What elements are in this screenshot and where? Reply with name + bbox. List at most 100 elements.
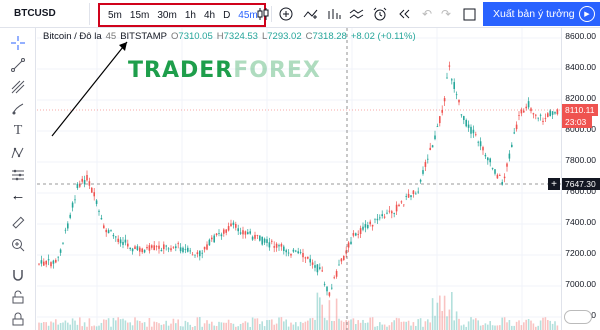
candle-body xyxy=(40,260,43,264)
volume-bar xyxy=(467,321,470,330)
volume-bar xyxy=(175,323,177,330)
text-icon[interactable]: T xyxy=(9,122,27,140)
candle-body xyxy=(530,108,532,112)
candle-body xyxy=(100,218,103,220)
volume-bar xyxy=(220,322,223,330)
trend-line-icon[interactable] xyxy=(9,56,27,74)
volume-bar xyxy=(302,322,304,330)
legend-symbol-name: Bitcoin / Đô la xyxy=(43,31,102,42)
candle-body xyxy=(415,193,417,195)
candle-body xyxy=(47,259,50,261)
indicators-icon[interactable] xyxy=(325,5,343,23)
templates-icon[interactable] xyxy=(348,5,366,23)
volume-bar xyxy=(165,320,167,330)
candle-body xyxy=(515,124,518,130)
candle-body xyxy=(379,217,381,219)
back-arrow-icon[interactable]: ← xyxy=(9,186,27,204)
volume-bar xyxy=(124,320,127,330)
candle-body xyxy=(335,271,338,277)
volume-bar xyxy=(357,320,359,330)
volume-bar xyxy=(446,316,448,330)
volume-bar xyxy=(544,317,547,330)
candle-body xyxy=(297,251,299,254)
volume-bar xyxy=(455,311,458,330)
candle-body xyxy=(539,114,542,116)
volume-bar xyxy=(105,319,107,330)
candle-body xyxy=(127,243,129,247)
timeframe-5m[interactable]: 5m xyxy=(104,10,126,21)
volume-bar xyxy=(131,325,134,330)
volume-bar xyxy=(295,322,297,330)
pattern-icon[interactable] xyxy=(9,144,27,162)
candle-body xyxy=(321,270,323,272)
lock-drawing-icon[interactable] xyxy=(9,288,27,306)
add-indicator-icon[interactable] xyxy=(277,5,295,23)
drawing-toolbar: T ← xyxy=(0,28,36,330)
candle-body xyxy=(482,147,484,151)
candle-body xyxy=(355,233,357,236)
timeframe-1h[interactable]: 1h xyxy=(181,10,200,21)
brush-icon[interactable] xyxy=(9,100,27,118)
price-tick: 7200.00 xyxy=(565,248,596,258)
candle-body xyxy=(422,170,424,174)
candle-body xyxy=(470,126,472,134)
volume-bar xyxy=(107,318,110,330)
scroll-to-realtime-button[interactable] xyxy=(564,310,592,324)
prediction-icon[interactable] xyxy=(9,166,27,184)
symbol-search[interactable]: BTCUSD xyxy=(4,2,90,25)
lock-icon[interactable] xyxy=(9,310,27,328)
publish-idea-button[interactable]: Xuất bản ý tưởng ▶ xyxy=(483,2,600,26)
candle-body xyxy=(441,109,443,113)
timeframe-d[interactable]: D xyxy=(219,10,234,21)
candle-body xyxy=(388,210,391,212)
timeframe-4h[interactable]: 4h xyxy=(200,10,219,21)
alarm-clock-icon[interactable] xyxy=(371,5,389,23)
volume-bar xyxy=(527,319,530,330)
candle-body xyxy=(551,111,554,115)
candle-body xyxy=(117,238,119,242)
candle-body xyxy=(513,132,515,134)
legend-open: 7310.05 xyxy=(178,31,213,42)
candle-body xyxy=(508,153,511,159)
zoom-in-icon[interactable] xyxy=(9,236,27,254)
legend-interval[interactable]: 45 xyxy=(106,31,117,42)
volume-bar xyxy=(299,321,302,330)
timeframe-15m[interactable]: 15m xyxy=(126,10,153,21)
candle-body xyxy=(189,250,191,252)
volume-bar xyxy=(155,322,158,330)
volume-bar xyxy=(436,302,439,330)
volume-bar xyxy=(81,326,83,330)
candle-body xyxy=(182,247,184,253)
ruler-icon[interactable] xyxy=(9,214,27,232)
candle-body xyxy=(484,154,487,157)
volume-bar xyxy=(83,322,86,330)
redo-icon[interactable]: ↷ xyxy=(437,5,455,23)
candle-body xyxy=(477,141,479,143)
undo-icon[interactable]: ↶ xyxy=(418,5,436,23)
candle-body xyxy=(134,246,136,250)
candle-body xyxy=(395,204,398,212)
volume-bar xyxy=(470,317,472,330)
candlestick-icon[interactable] xyxy=(254,5,272,23)
volume-bar xyxy=(304,321,307,330)
crosshair-icon[interactable] xyxy=(9,34,27,52)
candle-body xyxy=(412,190,415,195)
volume-bar xyxy=(290,322,292,330)
candle-body xyxy=(544,118,547,120)
replay-icon[interactable] xyxy=(395,5,413,23)
candle-body xyxy=(302,253,304,258)
add-plus-icon[interactable]: + xyxy=(548,178,560,190)
volume-bar xyxy=(499,325,501,330)
magnet-icon[interactable] xyxy=(9,266,27,284)
candle-body xyxy=(359,228,362,234)
pitchfork-icon[interactable] xyxy=(9,78,27,96)
timeframe-30m[interactable]: 30m xyxy=(153,10,180,21)
candle-body xyxy=(163,244,165,250)
candle-body xyxy=(59,249,62,253)
candle-body xyxy=(251,236,254,240)
compare-icon[interactable] xyxy=(302,5,320,23)
candle-body xyxy=(38,263,40,265)
layout-icon[interactable] xyxy=(460,5,478,23)
volume-bar xyxy=(247,322,249,330)
candle-body xyxy=(196,252,199,255)
